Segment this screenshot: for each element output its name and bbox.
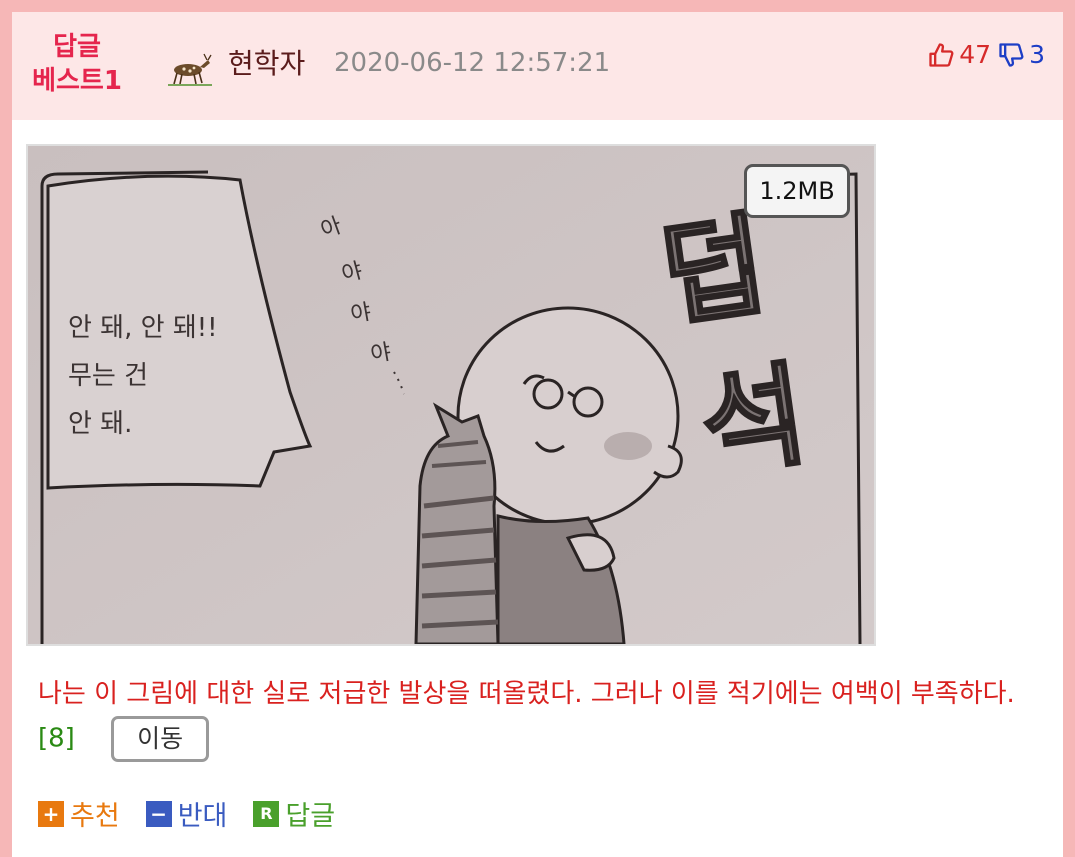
image-size-badge: 1.2MB <box>744 164 850 218</box>
bubble-text-1: 안 돼, 안 돼!! <box>68 313 218 343</box>
deer-avatar-icon[interactable] <box>164 52 214 88</box>
best-reply-badge: 답글 베스트1 <box>32 30 122 98</box>
comment-text: 나는 이 그림에 대한 실로 저급한 발상을 떠올렸다. 그러나 이를 적기에는… <box>38 679 1015 709</box>
recommend-label: 추천 <box>70 801 120 832</box>
comment-actions: + 추천 − 반대 R 답글 <box>38 794 361 833</box>
sfx-a4: 야 <box>369 340 393 368</box>
sfx-big-1: 덥 <box>654 200 774 343</box>
reply-label: 답글 <box>285 801 336 832</box>
reply-r-icon: R <box>253 800 280 827</box>
upvote[interactable]: 47 <box>927 40 991 69</box>
upvote-count: 47 <box>959 40 992 69</box>
comment-card: 답글 베스트1 현학자 2020-06-12 12:57:21 47 3 안 돼… <box>12 12 1063 857</box>
move-button[interactable]: 이동 <box>111 716 210 762</box>
bubble-text-3: 안 돼. <box>68 409 132 439</box>
badge-line-1: 답글 <box>53 32 101 62</box>
sfx-big-2: 석 <box>694 350 814 493</box>
post-timestamp: 2020-06-12 12:57:21 <box>334 48 611 78</box>
comic-image[interactable]: 안 돼, 안 돼!! 무는 건 안 돼. 아 야 야 야 덥 석 <box>26 144 876 646</box>
badge-line-2: 베스트1 <box>32 66 122 96</box>
downvote-count: 3 <box>1029 40 1045 69</box>
author-name[interactable]: 현학자 <box>228 42 305 82</box>
comment-header: 답글 베스트1 현학자 2020-06-12 12:57:21 47 3 <box>12 12 1063 120</box>
vote-counts: 47 3 <box>927 40 1045 69</box>
downvote[interactable]: 3 <box>997 40 1045 69</box>
recommend-button[interactable]: + 추천 <box>38 794 120 833</box>
plus-icon: + <box>38 800 64 827</box>
reference-link[interactable]: [8] <box>38 724 75 754</box>
sfx-a3: 야 <box>349 300 373 328</box>
bubble-text-2: 무는 건 <box>68 361 148 391</box>
comment-body: 나는 이 그림에 대한 실로 저급한 발상을 떠올렸다. 그러나 이를 적기에는… <box>38 672 1048 762</box>
oppose-label: 반대 <box>177 801 228 832</box>
thumbs-up-icon <box>929 42 954 67</box>
comic-illustration: 안 돼, 안 돼!! 무는 건 안 돼. 아 야 야 야 덥 석 <box>28 146 874 644</box>
minus-icon: − <box>145 800 172 827</box>
reply-button[interactable]: R 답글 <box>253 794 335 833</box>
oppose-button[interactable]: − 반대 <box>145 794 228 833</box>
thumbs-down-icon <box>999 42 1024 67</box>
